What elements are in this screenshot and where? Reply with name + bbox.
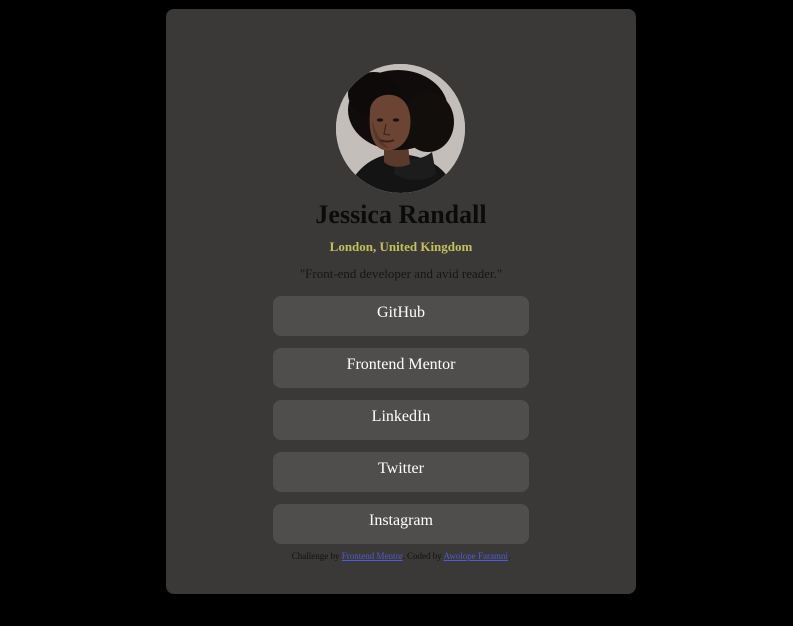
social-links-list: GitHub Frontend Mentor LinkedIn Twitter … — [273, 296, 529, 556]
profile-bio: "Front-end developer and avid reader." — [299, 266, 503, 281]
avatar-photo — [336, 64, 465, 193]
profile-name: Jessica Randall — [315, 200, 487, 229]
attribution-suffix: . — [507, 551, 511, 561]
attribution-footer: Challenge by Frontend Mentor. Coded by A… — [166, 550, 636, 562]
frontend-mentor-attribution-link[interactable]: Frontend Mentor — [342, 551, 403, 561]
author-attribution-link[interactable]: Awolope Faramni — [444, 551, 508, 561]
github-link-button[interactable]: GitHub — [273, 296, 529, 336]
profile-card: Jessica Randall London, United Kingdom "… — [166, 9, 636, 594]
twitter-link-button[interactable]: Twitter — [273, 452, 529, 492]
attribution-middle: . Coded by — [402, 551, 444, 561]
frontend-mentor-link-button[interactable]: Frontend Mentor — [273, 348, 529, 388]
attribution-prefix: Challenge by — [291, 551, 342, 561]
linkedin-link-button[interactable]: LinkedIn — [273, 400, 529, 440]
profile-location: London, United Kingdom — [329, 239, 473, 254]
avatar — [336, 64, 465, 193]
instagram-link-button[interactable]: Instagram — [273, 504, 529, 544]
